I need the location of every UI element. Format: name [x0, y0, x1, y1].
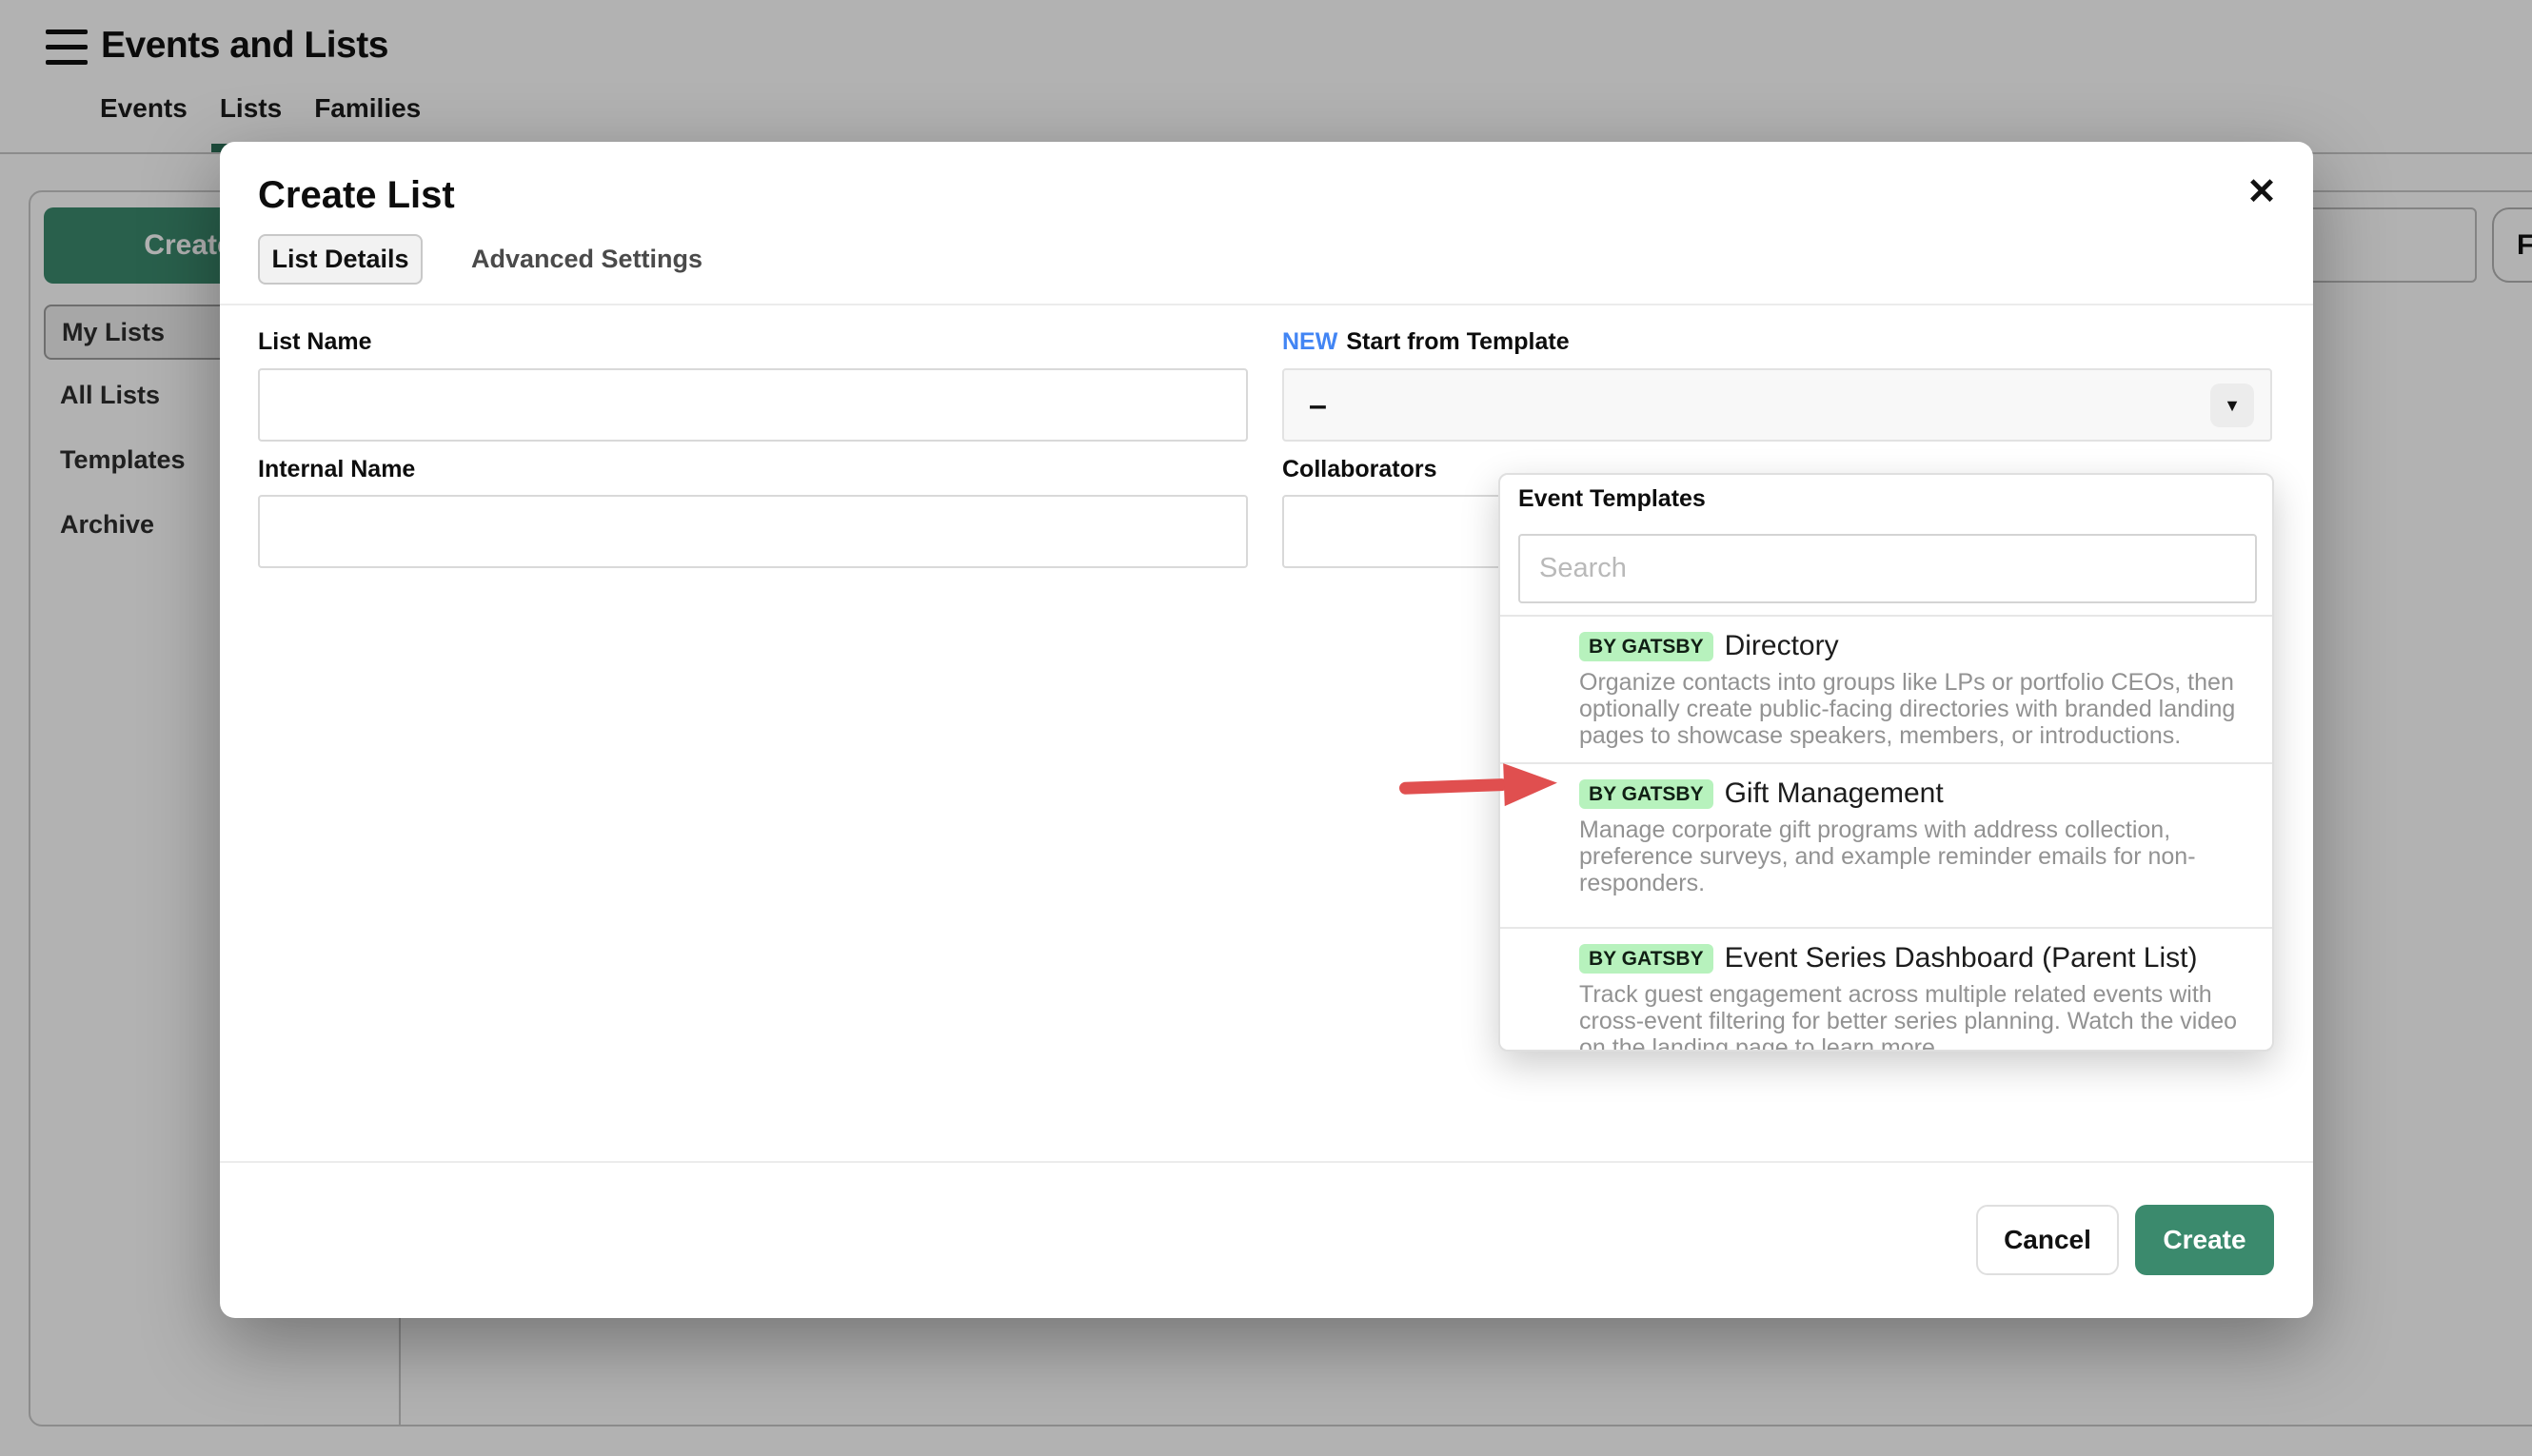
- tab-advanced-settings[interactable]: Advanced Settings: [471, 234, 702, 285]
- template-list: BY GATSBY Directory Organize contacts in…: [1500, 615, 2272, 1052]
- template-title: Gift Management: [1725, 777, 1944, 810]
- modal-divider-bottom: [220, 1161, 2313, 1163]
- template-title: Directory: [1725, 630, 1839, 662]
- new-badge: NEW: [1282, 328, 1337, 355]
- list-name-input[interactable]: [258, 368, 1248, 442]
- cancel-button[interactable]: Cancel: [1976, 1205, 2119, 1275]
- template-item-directory[interactable]: BY GATSBY Directory Organize contacts in…: [1500, 615, 2272, 762]
- internal-name-input[interactable]: [258, 495, 1248, 568]
- start-from-template-label: NEW Start from Template: [1282, 328, 1570, 356]
- template-description: Manage corporate gift programs with addr…: [1579, 817, 2240, 896]
- template-search-input[interactable]: [1518, 534, 2257, 603]
- template-title: Event Series Dashboard (Parent List): [1725, 942, 2198, 974]
- by-gatsby-badge: BY GATSBY: [1579, 944, 1713, 974]
- popover-title: Event Templates: [1518, 485, 1706, 513]
- template-description: Track guest engagement across multiple r…: [1579, 981, 2240, 1052]
- event-templates-popover: Event Templates BY GATSBY Directory Orga…: [1498, 473, 2274, 1052]
- collaborators-label: Collaborators: [1282, 456, 1437, 483]
- template-select-value: –: [1309, 389, 1327, 422]
- template-item-gift-management[interactable]: BY GATSBY Gift Management Manage corpora…: [1500, 762, 2272, 927]
- template-item-event-series-dashboard[interactable]: BY GATSBY Event Series Dashboard (Parent…: [1500, 927, 2272, 1052]
- by-gatsby-badge: BY GATSBY: [1579, 779, 1713, 809]
- close-icon[interactable]: ✕: [2246, 174, 2277, 210]
- list-name-label: List Name: [258, 328, 371, 356]
- screen: Events and Lists Events Lists Families C…: [0, 0, 2532, 1456]
- template-select[interactable]: – ▼: [1282, 368, 2272, 442]
- template-description: Organize contacts into groups like LPs o…: [1579, 669, 2240, 749]
- internal-name-label: Internal Name: [258, 456, 415, 483]
- by-gatsby-badge: BY GATSBY: [1579, 632, 1713, 661]
- tab-list-details[interactable]: List Details: [258, 234, 423, 285]
- modal-divider-top: [220, 304, 2313, 305]
- template-select-caret-button[interactable]: ▼: [2210, 384, 2254, 427]
- start-from-template-label-text: Start from Template: [1346, 328, 1569, 355]
- chevron-down-icon: ▼: [2224, 396, 2241, 416]
- create-button[interactable]: Create: [2135, 1205, 2274, 1275]
- modal-title: Create List: [258, 174, 455, 217]
